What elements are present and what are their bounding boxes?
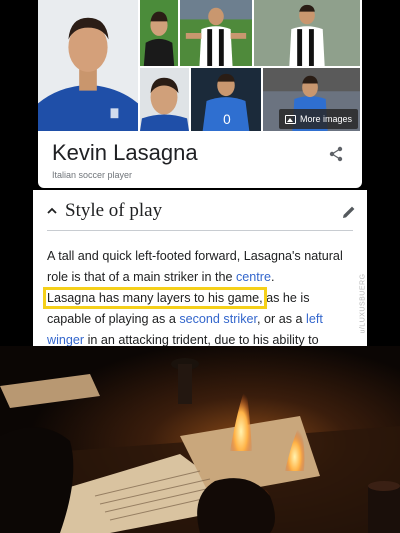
text-run: , or as a xyxy=(257,312,307,326)
photo-3[interactable] xyxy=(180,0,254,68)
highlighted-sentence: Lasagna has many layers to his game, xyxy=(43,287,267,309)
watermark: u/LUXUSBUERG xyxy=(359,273,367,334)
text-run: in an attacking trident, due to his abil… xyxy=(84,333,319,347)
section-divider xyxy=(47,230,353,231)
photo-4[interactable] xyxy=(254,0,362,68)
pencil-icon[interactable] xyxy=(341,204,357,220)
svg-text:0: 0 xyxy=(223,112,231,127)
link-centre[interactable]: centre xyxy=(236,270,271,284)
style-of-play-paragraph: A tall and quick left-footed forward, La… xyxy=(43,246,355,351)
section-title: Style of play xyxy=(65,200,163,221)
section-header[interactable]: Style of play xyxy=(47,200,162,222)
entity-title: Kevin Lasagna xyxy=(52,140,198,165)
chevron-up-icon[interactable] xyxy=(47,206,57,216)
share-icon[interactable] xyxy=(328,146,344,162)
candle-fire-image xyxy=(0,346,400,533)
photo-2[interactable] xyxy=(140,0,180,68)
knowledge-panel-card: 0 More images Kevin Lasagna Italian socc… xyxy=(38,0,362,188)
link-second-striker[interactable]: second striker xyxy=(179,312,257,326)
wikipedia-section: Style of play A tall and quick left-foot… xyxy=(33,190,367,347)
text-run: . xyxy=(271,270,275,284)
entity-subtitle: Italian soccer player xyxy=(52,170,133,180)
image-icon xyxy=(284,114,296,124)
text-run: A tall and quick left-footed forward, La… xyxy=(47,249,343,284)
photo-5[interactable] xyxy=(140,68,191,133)
more-images-label: More images xyxy=(299,114,352,124)
photo-6[interactable]: 0 xyxy=(191,68,263,133)
more-images-button[interactable]: More images xyxy=(278,109,358,129)
photo-main[interactable] xyxy=(38,0,140,133)
image-gallery[interactable]: 0 More images xyxy=(38,0,362,133)
